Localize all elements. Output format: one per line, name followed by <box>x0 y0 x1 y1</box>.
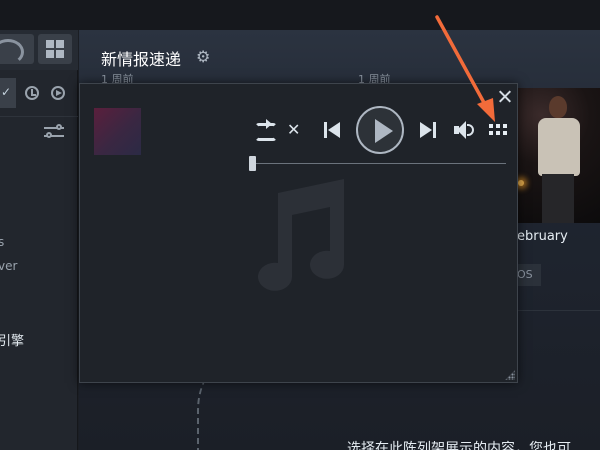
news-caption[interactable]: ebruary <box>517 229 568 244</box>
close-icon[interactable] <box>498 90 511 103</box>
music-player-window: ✕ <box>79 83 518 383</box>
volume-icon[interactable] <box>453 119 475 141</box>
grid-cell <box>46 50 54 58</box>
album-art <box>94 108 141 155</box>
sidebar-divider <box>0 116 78 117</box>
seek-bar[interactable] <box>250 163 506 164</box>
grid-cell <box>56 50 64 58</box>
news-section-title: 新情报速递 <box>101 50 182 69</box>
sidebar-item-text[interactable]: 引擎 <box>0 330 24 349</box>
home-view-button[interactable] <box>0 34 34 65</box>
advanced-filter-icon[interactable] <box>44 124 64 140</box>
ready-to-play-icon[interactable] <box>51 86 65 100</box>
music-note-icon <box>258 179 344 291</box>
grid-view-button[interactable] <box>38 34 72 64</box>
play-button[interactable] <box>356 106 404 154</box>
sidebar-filter-row: ✓ <box>0 78 78 108</box>
previous-track-icon[interactable] <box>323 119 341 141</box>
sidebar-item-text[interactable]: ver <box>0 259 17 273</box>
shelf-hint-text: 选择在此陈列架展示的内容，您也可 <box>347 441 571 450</box>
next-track-icon[interactable] <box>419 119 437 141</box>
sidebar-item-text[interactable]: s <box>0 235 4 249</box>
resize-grip[interactable] <box>505 370 515 380</box>
recent-clock-icon[interactable] <box>25 86 39 100</box>
seek-handle[interactable] <box>249 156 256 171</box>
collection-dropdown[interactable]: ✓ <box>0 78 16 108</box>
repeat-icon[interactable] <box>253 119 277 141</box>
library-sidebar: ✓ s ver 引擎 <box>0 30 78 450</box>
gear-icon[interactable]: ⚙ <box>196 47 210 66</box>
shuffle-icon[interactable]: ✕ <box>287 119 309 141</box>
news-thumbnail[interactable] <box>516 88 600 223</box>
chevron-down-icon: ✓ <box>1 85 12 99</box>
grid-cell <box>46 40 54 48</box>
sidebar-header <box>0 30 78 70</box>
platform-tag-label: OS <box>517 268 533 281</box>
grid-cell <box>56 40 64 48</box>
grid-menu-icon[interactable] <box>489 124 507 136</box>
top-bar <box>0 0 600 30</box>
